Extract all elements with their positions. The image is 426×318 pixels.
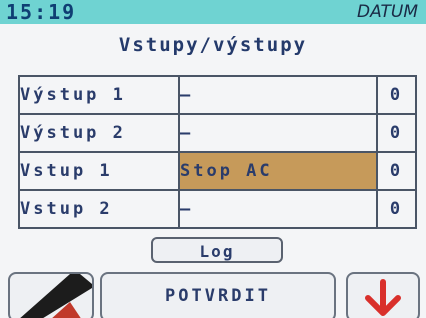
status-bar: 15:19 DATUM: [0, 0, 426, 24]
io-screen: 15:19 DATUM Vstupy/výstupy Výstup 1 – 0 …: [0, 0, 426, 318]
io-table: Výstup 1 – 0 Výstup 2 – 0 Vstup 1 Stop A…: [18, 75, 417, 229]
io-count: 0: [376, 113, 417, 153]
back-arrow-icon: [10, 274, 92, 318]
table-row[interactable]: Vstup 2 – 0: [18, 189, 417, 229]
clock-time: 15:19: [6, 0, 77, 24]
arrow-down-icon: [348, 274, 418, 318]
io-name: Vstup 2: [18, 189, 180, 229]
io-value[interactable]: –: [178, 189, 378, 229]
table-row[interactable]: Vstup 1 Stop AC 0: [18, 151, 417, 191]
table-row[interactable]: Výstup 2 – 0: [18, 113, 417, 153]
table-row[interactable]: Výstup 1 – 0: [18, 75, 417, 115]
io-count: 0: [376, 75, 417, 115]
confirm-button[interactable]: POTVRDIT: [100, 272, 336, 318]
io-name: Výstup 1: [18, 75, 180, 115]
scroll-down-button[interactable]: [346, 272, 420, 318]
io-value-selected[interactable]: Stop AC: [178, 151, 378, 191]
io-name: Vstup 1: [18, 151, 180, 191]
io-count: 0: [376, 189, 417, 229]
io-value[interactable]: –: [178, 113, 378, 153]
io-count: 0: [376, 151, 417, 191]
page-title: Vstupy/výstupy: [118, 34, 308, 56]
io-value[interactable]: –: [178, 75, 378, 115]
log-button[interactable]: Log: [151, 237, 283, 263]
back-button[interactable]: [8, 272, 94, 318]
date-button[interactable]: DATUM: [357, 2, 418, 22]
io-name: Výstup 2: [18, 113, 180, 153]
